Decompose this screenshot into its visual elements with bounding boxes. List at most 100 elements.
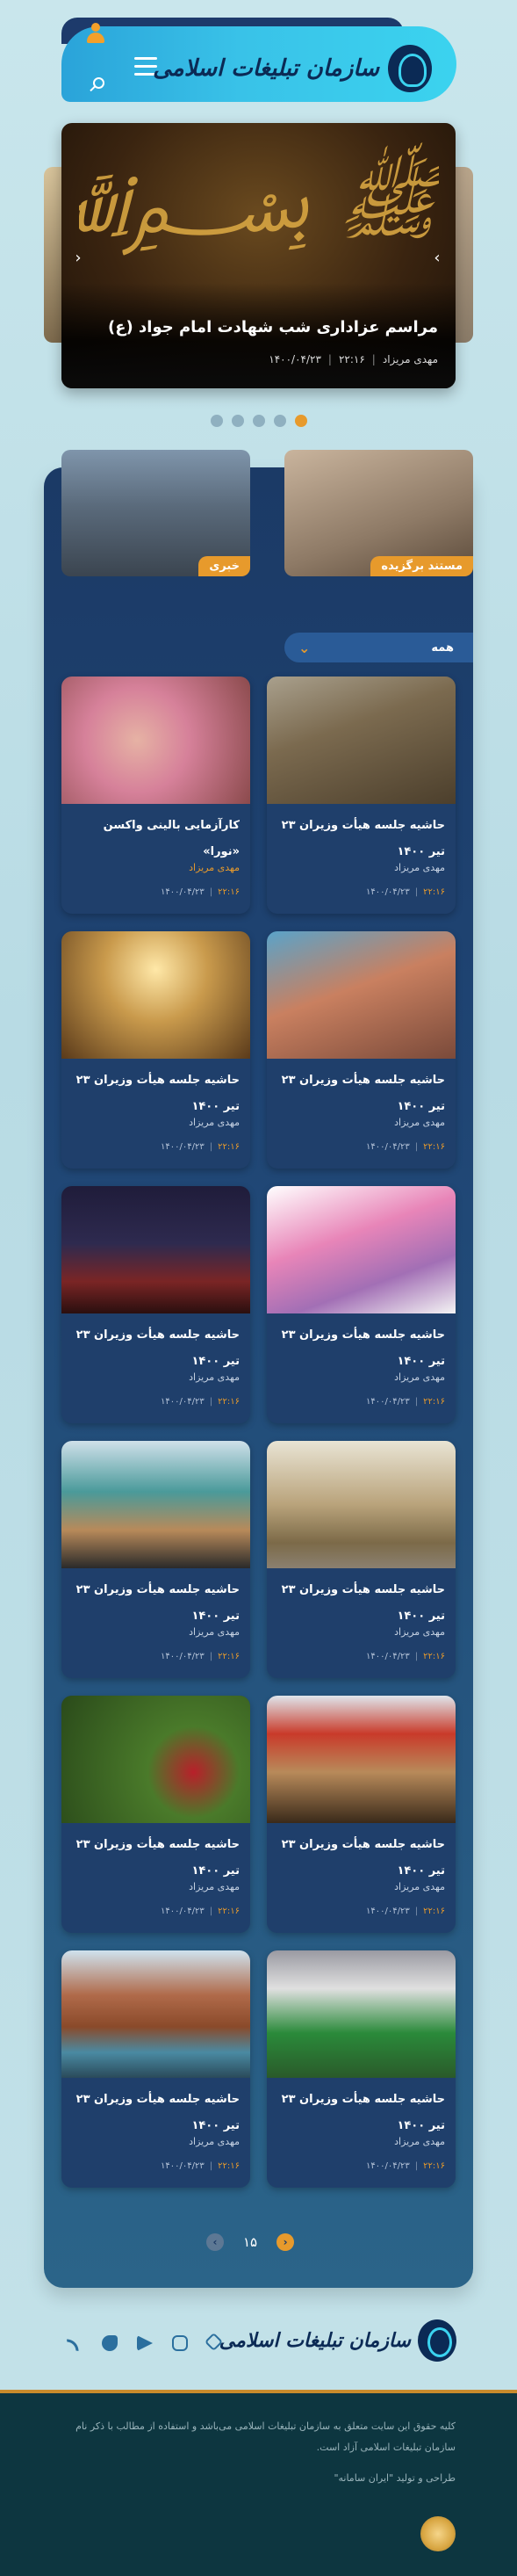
twitter-icon[interactable] xyxy=(102,2335,118,2351)
card-title: حاشیه جلسه هیأت وزیران ۲۳ تیر ۱۴۰۰ xyxy=(281,2093,445,2132)
slider-dot[interactable] xyxy=(211,415,223,427)
card-author: مهدی مریزاد xyxy=(189,1371,240,1383)
card-author: مهدی مریزاد xyxy=(189,862,240,873)
card-meta: ۲۲:۱۶ | ۱۴۰۰/۰۴/۲۳ xyxy=(161,1652,240,1661)
card-title: حاشیه جلسه هیأت وزیران ۲۳ تیر ۱۴۰۰ xyxy=(75,1328,240,1368)
media-card[interactable]: حاشیه جلسه هیأت وزیران ۲۳ تیر ۱۴۰۰ مهدی … xyxy=(61,1186,250,1423)
slider-dots xyxy=(211,415,307,427)
media-card[interactable]: حاشیه جلسه هیأت وزیران ۲۳ تیر ۱۴۰۰ مهدی … xyxy=(267,1950,456,2188)
footer-logo-emblem-icon xyxy=(418,2319,456,2362)
slide-author: مهدی مریزاد xyxy=(382,353,438,365)
card-author: مهدی مریزاد xyxy=(189,1881,240,1892)
media-card[interactable]: حاشیه جلسه هیأت وزیران ۲۳ تیر ۱۴۰۰ مهدی … xyxy=(267,931,456,1169)
media-card[interactable]: حاشیه جلسه هیأت وزیران ۲۳ تیر ۱۴۰۰ مهدی … xyxy=(61,1441,250,1678)
card-meta: ۲۲:۱۶ | ۱۴۰۰/۰۴/۲۳ xyxy=(366,1397,445,1407)
media-card[interactable]: کارآزمایی بالینی واکسن «نورا» مهدی مریزا… xyxy=(61,677,250,914)
media-card[interactable]: حاشیه جلسه هیأت وزیران ۲۳ تیر ۱۴۰۰ مهدی … xyxy=(61,931,250,1169)
card-title: حاشیه جلسه هیأت وزیران ۲۳ تیر ۱۴۰۰ xyxy=(75,1838,240,1878)
slider-dot[interactable] xyxy=(274,415,286,427)
card-image xyxy=(61,1696,250,1823)
card-image xyxy=(61,931,250,1059)
card-author: مهدی مریزاد xyxy=(394,1881,445,1892)
news-label: خبری xyxy=(198,556,250,576)
card-title: کارآزمایی بالینی واکسن «نورا» xyxy=(103,819,240,858)
media-grid: حاشیه جلسه هیأت وزیران ۲۳ تیر ۱۴۰۰ مهدی … xyxy=(61,677,456,2188)
media-card[interactable]: حاشیه جلسه هیأت وزیران ۲۳ تیر ۱۴۰۰ مهدی … xyxy=(267,677,456,914)
footer-logo[interactable]: سازمان تبلیغات اسلامی xyxy=(219,2319,456,2362)
slider-dot-active[interactable] xyxy=(295,415,307,427)
media-card[interactable]: حاشیه جلسه هیأت وزیران ۲۳ تیر ۱۴۰۰ مهدی … xyxy=(61,1950,250,2188)
card-meta: ۲۲:۱۶ | ۱۴۰۰/۰۴/۲۳ xyxy=(161,1397,240,1407)
card-author: مهدی مریزاد xyxy=(394,1117,445,1128)
card-meta: ۲۲:۱۶ | ۱۴۰۰/۰۴/۲۳ xyxy=(161,1142,240,1152)
slider-next-icon[interactable]: › xyxy=(429,250,445,266)
chevron-down-icon: ⌄ xyxy=(298,639,311,656)
featured-documentary-card[interactable]: مستند برگزیده xyxy=(284,450,473,576)
slider-dot[interactable] xyxy=(232,415,244,427)
user-icon[interactable] xyxy=(86,23,105,44)
card-image xyxy=(267,1696,456,1823)
card-image xyxy=(267,1950,456,2078)
footer-top: سازمان تبلیغات اسلامی xyxy=(61,2316,456,2369)
social-links xyxy=(67,2332,224,2352)
card-title: حاشیه جلسه هیأت وزیران ۲۳ تیر ۱۴۰۰ xyxy=(75,1074,240,1113)
pager-next-icon[interactable]: › xyxy=(276,2233,295,2251)
content-panel: مستند برگزیده خبری همه ⌄ حاشیه جلسه هیأت… xyxy=(44,450,473,2288)
card-title: حاشیه جلسه هیأت وزیران ۲۳ تیر ۱۴۰۰ xyxy=(75,1583,240,1623)
card-image xyxy=(267,1186,456,1313)
media-card[interactable]: حاشیه جلسه هیأت وزیران ۲۳ تیر ۱۴۰۰ مهدی … xyxy=(267,1186,456,1423)
slide-time: ۲۲:۱۶ xyxy=(338,353,365,365)
card-title: حاشیه جلسه هیأت وزیران ۲۳ تیر ۱۴۰۰ xyxy=(281,1328,445,1368)
card-author: مهدی مریزاد xyxy=(189,2136,240,2147)
category-filter-dropdown[interactable]: همه ⌄ xyxy=(284,633,473,662)
card-image xyxy=(61,1441,250,1568)
slider-dot[interactable] xyxy=(253,415,265,427)
card-title: حاشیه جلسه هیأت وزیران ۲۳ تیر ۱۴۰۰ xyxy=(281,1074,445,1113)
card-author: مهدی مریزاد xyxy=(189,1117,240,1128)
media-card[interactable]: حاشیه جلسه هیأت وزیران ۲۳ تیر ۱۴۰۰ مهدی … xyxy=(61,1696,250,1933)
instagram-icon[interactable] xyxy=(172,2335,188,2351)
card-meta: ۲۲:۱۶ | ۱۴۰۰/۰۴/۲۳ xyxy=(366,887,445,897)
design-credit[interactable]: طراحی و تولید "ایران سامانه" xyxy=(334,2472,456,2484)
aparat-icon[interactable] xyxy=(204,2332,224,2352)
card-image xyxy=(267,1441,456,1568)
search-icon[interactable] xyxy=(90,77,105,93)
card-meta: ۲۲:۱۶ | ۱۴۰۰/۰۴/۲۳ xyxy=(366,2161,445,2171)
pager-prev-icon[interactable]: ‹ xyxy=(206,2233,224,2251)
card-meta: ۲۲:۱۶ | ۱۴۰۰/۰۴/۲۳ xyxy=(161,1907,240,1916)
card-author: مهدی مریزاد xyxy=(189,1626,240,1638)
pager-current-page[interactable]: ۱۵ xyxy=(243,2234,257,2250)
rss-icon[interactable] xyxy=(67,2335,83,2351)
trust-badge-icon[interactable] xyxy=(420,2516,456,2551)
media-card[interactable]: حاشیه جلسه هیأت وزیران ۲۳ تیر ۱۴۰۰ مهدی … xyxy=(267,1441,456,1678)
site-logo[interactable]: سازمان تبلیغات اسلامی xyxy=(153,42,432,95)
card-meta: ۲۲:۱۶ | ۱۴۰۰/۰۴/۲۳ xyxy=(366,1652,445,1661)
card-image xyxy=(61,1186,250,1313)
news-card[interactable]: خبری xyxy=(61,450,250,576)
card-image xyxy=(61,1950,250,2078)
card-title: حاشیه جلسه هیأت وزیران ۲۳ تیر ۱۴۰۰ xyxy=(75,2093,240,2132)
slide-date: ۱۴۰۰/۰۴/۲۳ xyxy=(269,353,321,365)
pagination: ‹ ۱۵ › xyxy=(206,2233,295,2251)
logo-emblem-icon xyxy=(388,45,432,92)
hero-slider: ﷺ ﷽ ‹ › مراسم عزاداری شب شهادت امام جواد… xyxy=(44,123,473,395)
site-header: سازمان تبلیغات اسلامی xyxy=(61,18,456,104)
logo-text: سازمان تبلیغات اسلامی xyxy=(153,55,379,82)
card-author: مهدی مریزاد xyxy=(394,1371,445,1383)
media-card[interactable]: حاشیه جلسه هیأت وزیران ۲۳ تیر ۱۴۰۰ مهدی … xyxy=(267,1696,456,1933)
slider-prev-icon[interactable]: ‹ xyxy=(70,250,86,266)
slide-title[interactable]: مراسم عزاداری شب شهادت امام جواد (ع) xyxy=(108,318,438,336)
copyright-text: کلیه حقوق این سایت متعلق به سازمان تبلیغ… xyxy=(75,2420,456,2453)
card-author: مهدی مریزاد xyxy=(394,2136,445,2147)
featured-documentary-label: مستند برگزیده xyxy=(370,556,473,576)
card-author: مهدی مریزاد xyxy=(394,1626,445,1638)
calligraphy-banner-image: ﷺ ﷽ xyxy=(79,153,439,251)
card-meta: ۲۲:۱۶ | ۱۴۰۰/۰۴/۲۳ xyxy=(366,1142,445,1152)
telegram-icon[interactable] xyxy=(137,2335,153,2351)
card-title: حاشیه جلسه هیأت وزیران ۲۳ تیر ۱۴۰۰ xyxy=(281,819,445,858)
site-footer: کلیه حقوق این سایت متعلق به سازمان تبلیغ… xyxy=(0,2390,517,2576)
card-image xyxy=(61,677,250,804)
card-author: مهدی مریزاد xyxy=(394,862,445,873)
hero-slide[interactable]: ﷺ ﷽ ‹ › مراسم عزاداری شب شهادت امام جواد… xyxy=(61,123,456,388)
slide-meta: مهدی مریزاد | ۲۲:۱۶ | ۱۴۰۰/۰۴/۲۳ xyxy=(269,353,438,365)
